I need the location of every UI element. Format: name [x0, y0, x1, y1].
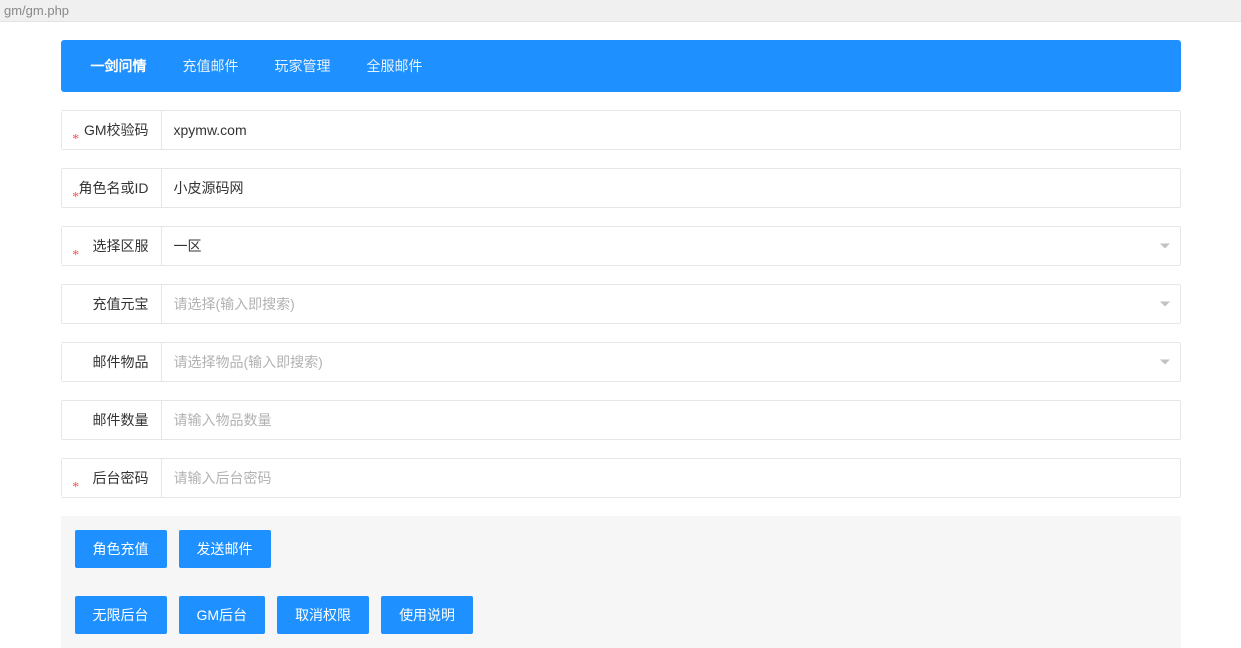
row-gm-code: GM校验码	[61, 110, 1181, 150]
input-admin-pwd[interactable]	[162, 459, 1180, 497]
btn-gm-admin[interactable]: GM后台	[179, 596, 266, 634]
input-role[interactable]	[162, 169, 1180, 207]
tab-global-mail[interactable]: 全服邮件	[349, 40, 441, 92]
btn-role-recharge[interactable]: 角色充值	[75, 530, 167, 568]
select-mail-item[interactable]: 请选择物品(输入即搜索)	[162, 343, 1180, 381]
button-area: 角色充值 发送邮件 无限后台 GM后台 取消权限 使用说明	[61, 516, 1181, 648]
row-recharge: 充值元宝 请选择(输入即搜索)	[61, 284, 1181, 324]
label-mail-item: 邮件物品	[62, 343, 162, 381]
select-mail-item-placeholder: 请选择物品(输入即搜索)	[162, 343, 1180, 381]
row-mail-item: 邮件物品 请选择物品(输入即搜索)	[61, 342, 1181, 382]
select-recharge[interactable]: 请选择(输入即搜索)	[162, 285, 1180, 323]
select-server[interactable]: 一区	[162, 227, 1180, 265]
tab-bar: 一剑问情 充值邮件 玩家管理 全服邮件	[61, 40, 1181, 92]
select-recharge-placeholder: 请选择(输入即搜索)	[162, 285, 1180, 323]
button-row-1: 角色充值 发送邮件	[75, 530, 1167, 568]
label-mail-qty: 邮件数量	[62, 401, 162, 439]
input-mail-qty[interactable]	[162, 401, 1180, 439]
button-row-2: 无限后台 GM后台 取消权限 使用说明	[75, 596, 1167, 634]
row-server: 选择区服 一区	[61, 226, 1181, 266]
input-gm-code[interactable]	[162, 111, 1180, 149]
url-path: gm/gm.php	[0, 0, 1241, 22]
row-admin-pwd: 后台密码	[61, 458, 1181, 498]
label-admin-pwd: 后台密码	[62, 459, 162, 497]
select-server-value: 一区	[162, 227, 1180, 265]
tab-player-manage[interactable]: 玩家管理	[257, 40, 349, 92]
main-container: 一剑问情 充值邮件 玩家管理 全服邮件 GM校验码 角色名或ID 选择区服 一区…	[51, 40, 1191, 648]
tab-jianwenqing[interactable]: 一剑问情	[73, 40, 165, 92]
btn-usage-help[interactable]: 使用说明	[381, 596, 473, 634]
btn-send-mail[interactable]: 发送邮件	[179, 530, 271, 568]
tab-recharge-mail[interactable]: 充值邮件	[165, 40, 257, 92]
label-gm-code: GM校验码	[62, 111, 162, 149]
btn-cancel-perm[interactable]: 取消权限	[277, 596, 369, 634]
btn-unlimited-admin[interactable]: 无限后台	[75, 596, 167, 634]
label-recharge: 充值元宝	[62, 285, 162, 323]
label-server: 选择区服	[62, 227, 162, 265]
row-mail-qty: 邮件数量	[61, 400, 1181, 440]
label-role: 角色名或ID	[62, 169, 162, 207]
row-role: 角色名或ID	[61, 168, 1181, 208]
